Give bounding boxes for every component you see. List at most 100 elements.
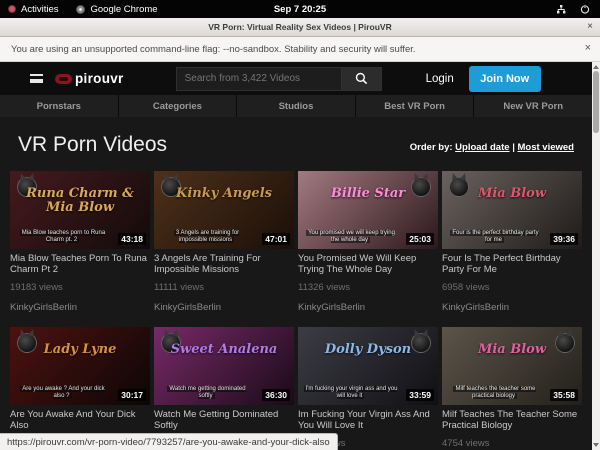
thumb-overlay-name: Kinky Angels: [154, 187, 294, 201]
scrollbar-down-arrow-icon[interactable]: [593, 443, 599, 447]
search-input[interactable]: [176, 67, 342, 91]
thumb-overlay-name: Mia Blow: [442, 343, 582, 357]
power-icon[interactable]: [580, 4, 590, 14]
thumb-overlay-name: Sweet Analena: [154, 343, 294, 357]
video-duration-badge: 43:18: [118, 233, 146, 245]
site-logo[interactable]: pirouvr: [55, 71, 124, 86]
video-thumbnail[interactable]: Lady Lyne Are you awake ? And your dick …: [10, 327, 150, 405]
order-by-most-viewed-link[interactable]: Most viewed: [518, 142, 575, 153]
thumb-overlay-caption: 3 Angels are training for impossible mis…: [159, 230, 254, 244]
video-grid-row-1: Runa Charm & Mia Blow Mia Blow teaches p…: [0, 171, 592, 314]
order-by-label: Order by:: [410, 142, 453, 153]
video-studio-link[interactable]: KinkyGirlsBerlin: [154, 302, 294, 314]
page-title: VR Porn Videos: [18, 133, 167, 157]
video-grid-row-2: Lady Lyne Are you awake ? And your dick …: [0, 327, 592, 449]
site-header: pirouvr Login Join Now: [0, 62, 592, 95]
video-title-link[interactable]: Are You Awake And Your Dick Also: [10, 410, 150, 431]
order-by-upload-date-link[interactable]: Upload date: [455, 142, 509, 153]
video-thumbnail[interactable]: Kinky Angels 3 Angels are training for i…: [154, 171, 294, 249]
video-card: Dolly Dyson I'm fucking your virgin ass …: [298, 327, 438, 449]
video-title-link[interactable]: You Promised We Will Keep Trying The Who…: [298, 254, 438, 275]
video-thumbnail[interactable]: Mia Blow Four is the perfect birthday pa…: [442, 171, 582, 249]
chrome-icon: [76, 5, 85, 14]
video-duration-badge: 36:30: [262, 389, 290, 401]
video-duration-badge: 39:36: [550, 233, 578, 245]
window-close-icon[interactable]: ×: [587, 21, 593, 33]
video-studio-link[interactable]: KinkyGirlsBerlin: [298, 302, 438, 314]
video-duration-badge: 30:17: [118, 389, 146, 401]
video-card: Mia Blow Milf teaches the teacher some p…: [442, 327, 582, 449]
page-head: VR Porn Videos Order by: Upload date | M…: [0, 117, 592, 157]
video-title-link[interactable]: Im Fucking Your Virgin Ass And You Will …: [298, 410, 438, 431]
video-title-link[interactable]: Four Is The Perfect Birthday Party For M…: [442, 254, 582, 275]
main-nav: Pornstars Categories Studios Best VR Por…: [0, 95, 592, 117]
thumb-overlay-caption: Mia Blow teaches porn to Runa Charm pt. …: [15, 230, 110, 244]
chrome-taskbar-item[interactable]: Google Chrome: [76, 4, 157, 15]
thumb-overlay-caption: Four is the perfect birthday party for m…: [447, 230, 542, 244]
site-logo-text: pirouvr: [75, 71, 124, 86]
system-top-bar: Activities Google Chrome Sep 7 20:25: [0, 0, 600, 18]
status-url-text: https://pirouvr.com/vr-porn-video/779325…: [7, 437, 330, 448]
video-title-link[interactable]: Mia Blow Teaches Porn To Runa Charm Pt 2: [10, 254, 150, 275]
join-now-button[interactable]: Join Now: [469, 66, 541, 92]
activities-button[interactable]: Activities: [8, 4, 58, 15]
order-separator: |: [512, 142, 515, 153]
warning-text: You are using an unsupported command-lin…: [0, 44, 416, 55]
video-card: Mia Blow Four is the perfect birthday pa…: [442, 171, 582, 314]
search-button[interactable]: [342, 67, 382, 91]
nav-item-best-vr-porn[interactable]: Best VR Porn: [356, 95, 475, 117]
video-views: 11111 views: [154, 282, 294, 293]
scrollbar-up-arrow-icon[interactable]: [593, 65, 599, 69]
warning-close-icon[interactable]: ×: [585, 42, 591, 54]
network-icon[interactable]: [556, 5, 566, 14]
menu-hamburger-icon[interactable]: [30, 74, 43, 83]
thumb-overlay-caption: I'm fucking your virgin ass and you will…: [303, 386, 398, 400]
scrollbar-thumb[interactable]: [593, 71, 599, 133]
nav-item-new-vr-porn[interactable]: New VR Porn: [474, 95, 592, 117]
video-thumbnail[interactable]: Mia Blow Milf teaches the teacher some p…: [442, 327, 582, 405]
browser-title-bar[interactable]: VR Porn: Virtual Reality Sex Videos | Pi…: [0, 18, 600, 37]
thumb-overlay-caption: Are you awake ? And your dick also ?: [15, 386, 110, 400]
search-icon: [355, 72, 368, 85]
window-title: VR Porn: Virtual Reality Sex Videos | Pi…: [208, 22, 391, 32]
status-url-bubble: https://pirouvr.com/vr-porn-video/779325…: [0, 433, 338, 450]
thumb-overlay-name: Lady Lyne: [10, 343, 150, 357]
search-group: [176, 67, 382, 91]
video-studio-link[interactable]: KinkyGirlsBerlin: [10, 302, 150, 314]
nav-item-studios[interactable]: Studios: [237, 95, 356, 117]
video-title-link[interactable]: Milf Teaches The Teacher Some Practical …: [442, 410, 582, 431]
browser-viewport: pirouvr Login Join Now Pornstars Categor…: [0, 62, 592, 450]
thumb-overlay-name: Dolly Dyson: [298, 343, 438, 357]
chrome-label: Google Chrome: [90, 4, 157, 15]
thumb-overlay-caption: You promised we will keep trying the who…: [303, 230, 398, 244]
thumb-overlay-name: Billie Star: [298, 187, 438, 201]
nav-item-pornstars[interactable]: Pornstars: [0, 95, 119, 117]
activities-label: Activities: [21, 4, 58, 15]
video-thumbnail[interactable]: Runa Charm & Mia Blow Mia Blow teaches p…: [10, 171, 150, 249]
thumb-overlay-name: Mia Blow: [442, 187, 582, 201]
video-duration-badge: 33:59: [406, 389, 434, 401]
chrome-warning-bar: You are using an unsupported command-lin…: [0, 37, 600, 62]
video-title-link[interactable]: Watch Me Getting Dominated Softly: [154, 410, 294, 431]
video-thumbnail[interactable]: Dolly Dyson I'm fucking your virgin ass …: [298, 327, 438, 405]
thumb-overlay-caption: Watch me getting dominated softly: [159, 386, 254, 400]
video-title-link[interactable]: 3 Angels Are Training For Impossible Mis…: [154, 254, 294, 275]
thumb-overlay-caption: Milf teaches the teacher some practical …: [447, 386, 542, 400]
vr-goggles-logo-icon: [55, 74, 72, 84]
video-duration-badge: 35:58: [550, 389, 578, 401]
video-card: Kinky Angels 3 Angels are training for i…: [154, 171, 294, 314]
video-card: Billie Star You promised we will keep tr…: [298, 171, 438, 314]
activities-indicator-icon: [8, 5, 16, 13]
video-studio-link[interactable]: KinkyGirlsBerlin: [442, 302, 582, 314]
login-link[interactable]: Login: [426, 73, 454, 85]
video-thumbnail[interactable]: Billie Star You promised we will keep tr…: [298, 171, 438, 249]
screen: Activities Google Chrome Sep 7 20:25 VR …: [0, 0, 600, 450]
video-duration-badge: 25:03: [406, 233, 434, 245]
video-duration-badge: 47:01: [262, 233, 290, 245]
nav-item-categories[interactable]: Categories: [119, 95, 238, 117]
order-by-controls: Order by: Upload date | Most viewed: [410, 142, 574, 157]
page-scrollbar[interactable]: [592, 62, 600, 450]
video-card: Runa Charm & Mia Blow Mia Blow teaches p…: [10, 171, 150, 314]
video-thumbnail[interactable]: Sweet Analena Watch me getting dominated…: [154, 327, 294, 405]
video-card: Lady Lyne Are you awake ? And your dick …: [10, 327, 150, 449]
